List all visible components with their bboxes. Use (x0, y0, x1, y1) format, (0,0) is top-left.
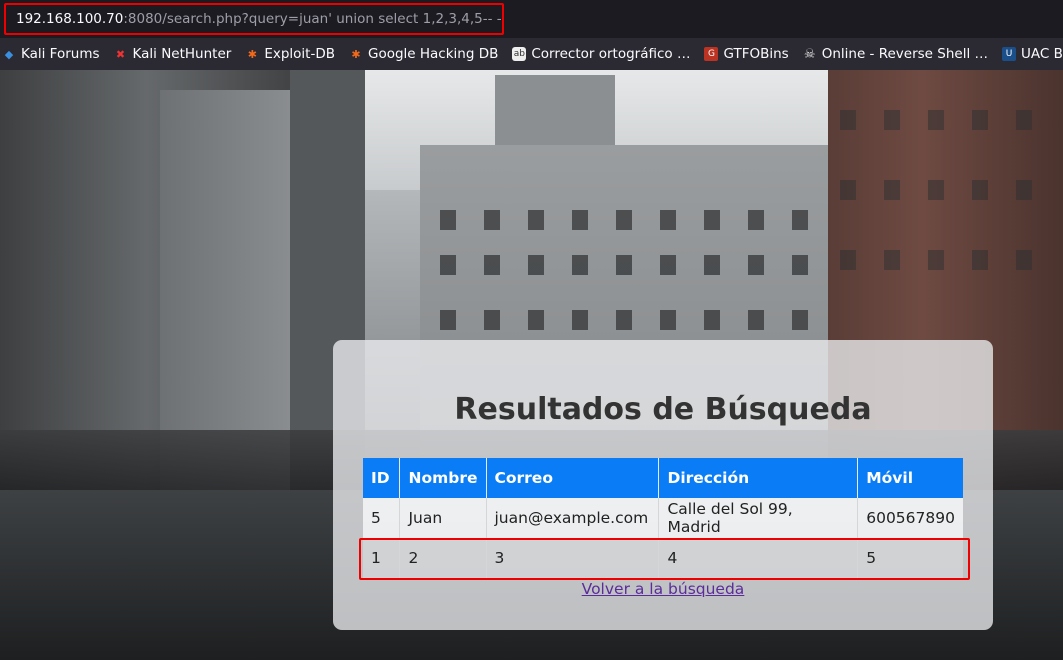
cell-movil: 5 (857, 538, 963, 578)
bookmark-uac-bypass[interactable]: U UAC Bypa (1000, 42, 1063, 66)
exploitdb-icon: ✱ (247, 47, 257, 61)
ghdb-icon: ✱ (351, 47, 361, 61)
column-header-movil: Móvil (857, 458, 963, 498)
column-header-nombre: Nombre (399, 458, 487, 498)
cell-nombre: Juan (399, 498, 487, 538)
cell-direccion: Calle del Sol 99, Madrid (658, 498, 859, 538)
results-table: ID Nombre Correo Dirección Móvil 5 Juan … (363, 458, 963, 578)
bookmark-kali-nethunter[interactable]: ✖ Kali NetHunter (112, 42, 238, 66)
window-row (440, 255, 820, 275)
url-path: :8080/search.php?query=juan' union selec… (123, 11, 502, 27)
cell-id: 5 (363, 498, 401, 538)
cell-correo: 3 (486, 538, 660, 578)
gtfobins-icon: G (704, 47, 719, 61)
address-field[interactable]: 192.168.100.70:8080/search.php?query=jua… (0, 4, 1063, 34)
results-card: Resultados de Búsqueda ID Nombre Correo … (333, 340, 993, 630)
window-row (840, 180, 1060, 200)
cell-direccion: 4 (658, 538, 859, 578)
bookmark-label: Corrector ortográfico … (531, 46, 691, 62)
bookmark-kali-forums[interactable]: ◆ Kali Forums (0, 42, 106, 66)
building-tower (495, 75, 615, 145)
cell-correo: juan@example.com (486, 498, 660, 538)
bookmark-google-hacking-db[interactable]: ✱ Google Hacking DB (347, 42, 504, 66)
back-to-search-link[interactable]: Volver a la búsqueda (333, 580, 993, 598)
column-header-direccion: Dirección (658, 458, 859, 498)
skull-icon: ☠ (803, 46, 816, 62)
bookmarks-toolbar: ◆ Kali Forums ✖ Kali NetHunter ✱ Exploit… (0, 38, 1063, 70)
url-bar: 192.168.100.70:8080/search.php?query=jua… (0, 0, 1063, 38)
table-row: 1 2 3 4 5 (363, 538, 963, 578)
table-header-row: ID Nombre Correo Dirección Móvil (363, 458, 963, 498)
kali-icon: ◆ (4, 47, 14, 61)
corrector-icon: ab (512, 47, 527, 61)
bookmark-label: Google Hacking DB (367, 46, 499, 62)
cell-nombre: 2 (399, 538, 487, 578)
bookmark-label: Kali NetHunter (132, 46, 232, 62)
window-row (440, 310, 820, 330)
bookmark-label: UAC Bypa (1021, 46, 1063, 62)
column-header-correo: Correo (486, 458, 660, 498)
cell-id: 1 (363, 538, 401, 578)
bookmark-label: Exploit-DB (264, 46, 335, 62)
column-header-id: ID (363, 458, 401, 498)
bookmark-corrector[interactable]: ab Corrector ortográfico … (510, 42, 696, 66)
nethunter-icon: ✖ (115, 47, 126, 61)
bookmark-label: Kali Forums (21, 46, 100, 62)
bookmark-exploit-db[interactable]: ✱ Exploit-DB (243, 42, 341, 66)
cell-movil: 600567890 (857, 498, 963, 538)
uac-icon: U (1002, 47, 1016, 61)
url-host: 192.168.100.70 (16, 11, 124, 27)
page-title: Resultados de Búsqueda (454, 392, 872, 427)
window-row (840, 250, 1060, 270)
window-row (840, 110, 1060, 130)
bookmark-label: Online - Reverse Shell … (821, 46, 988, 62)
bookmark-gtfobins[interactable]: G GTFOBins (702, 42, 794, 66)
window-row (440, 210, 820, 230)
table-row: 5 Juan juan@example.com Calle del Sol 99… (363, 498, 963, 538)
bookmark-label: GTFOBins (723, 46, 789, 62)
bookmark-reverse-shell[interactable]: ☠ Online - Reverse Shell … (801, 42, 994, 66)
